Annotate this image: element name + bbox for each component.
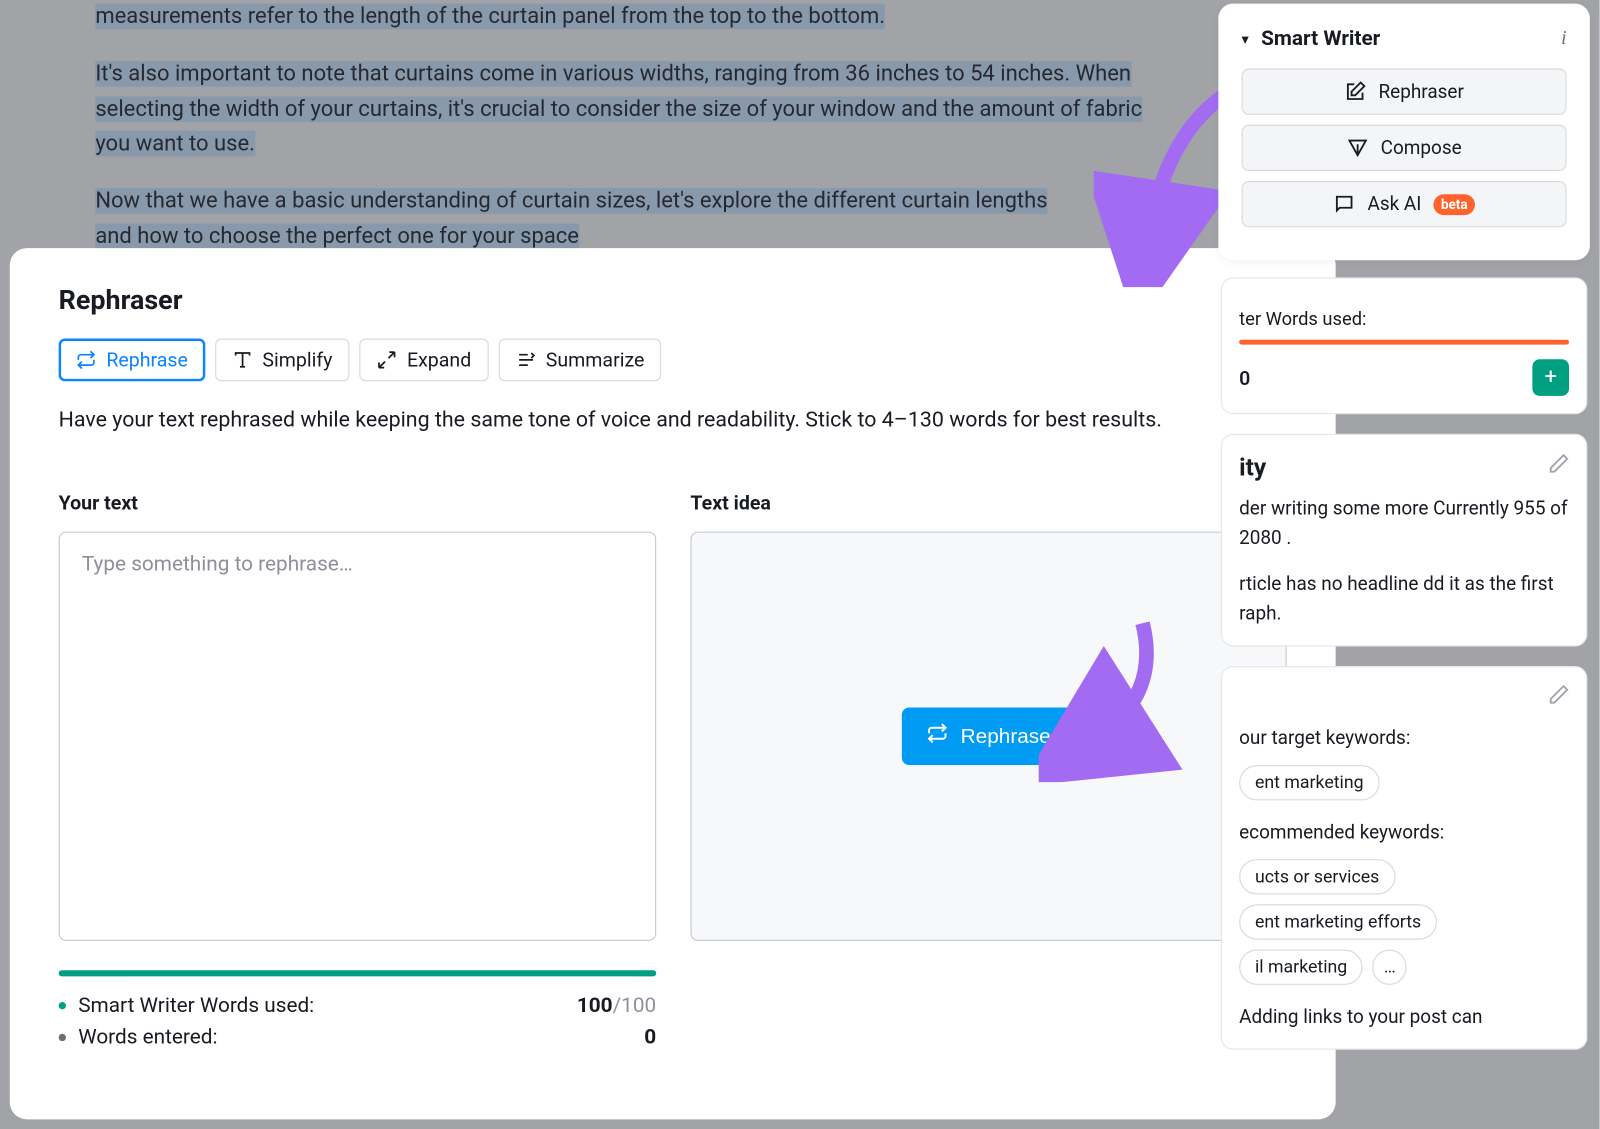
keyword-tag[interactable]: ucts or services (1239, 859, 1395, 894)
panel-keywords: our target keywords: ent marketing ecomm… (1221, 666, 1588, 1050)
tab-summarize[interactable]: Summarize (498, 338, 661, 381)
edit-icon[interactable] (1547, 453, 1569, 480)
meter-bar (59, 970, 657, 976)
more-tags[interactable]: … (1373, 950, 1407, 985)
meter-v1max: 100 (621, 993, 656, 1017)
summarize-icon (515, 349, 536, 370)
refresh-icon (76, 349, 97, 370)
rephrase-submit-button[interactable]: Rephrase (902, 708, 1075, 765)
panel-bullet-2: rticle has no headline dd it as the firs… (1239, 569, 1569, 628)
words-progress (1239, 340, 1569, 345)
simplify-icon (232, 349, 253, 370)
meter-v2: 0 (644, 1025, 656, 1049)
your-text-label: Your text (59, 491, 657, 514)
add-words-button[interactable]: + (1532, 359, 1569, 396)
info-icon[interactable]: i (1561, 28, 1566, 50)
tab-expand-label: Expand (407, 348, 471, 371)
text-idea-label: Text idea (690, 491, 1286, 514)
compose-label: Compose (1381, 137, 1462, 159)
tab-expand[interactable]: Expand (359, 338, 488, 381)
tab-simplify[interactable]: Simplify (215, 338, 350, 381)
rephraser-modal: Rephraser ✕ Rephrase Simplify Expand (10, 248, 1336, 1119)
ask-ai-button[interactable]: Ask AI beta (1242, 181, 1567, 227)
ask-ai-label: Ask AI (1367, 193, 1421, 215)
modal-description: Have your text rephrased while keeping t… (59, 408, 1287, 432)
mode-tabs: Rephrase Simplify Expand Summarize (59, 338, 1287, 381)
dot-icon (59, 1034, 66, 1041)
meter-v1: 100 (577, 993, 613, 1017)
your-text-input[interactable] (59, 532, 657, 941)
rephraser-label: Rephraser (1378, 81, 1463, 103)
rephraser-button[interactable]: Rephraser (1242, 68, 1567, 114)
panel-title: ity (1239, 452, 1547, 481)
recommended-keywords-label: ecommended keywords: (1239, 818, 1569, 847)
words-count: 0 (1239, 366, 1250, 389)
tab-rephrase-label: Rephrase (106, 348, 188, 371)
text-idea-output: Rephrase (690, 532, 1286, 941)
smart-writer-panel: ▾ Smart Writer i Rephraser Compose (1221, 6, 1588, 258)
words-used-label: ter Words used: (1239, 308, 1569, 330)
keyword-tag[interactable]: ent marketing (1239, 765, 1379, 800)
meter-label-2: Words entered: (78, 1025, 644, 1049)
refresh-icon (926, 722, 948, 750)
rephraser-icon (1344, 81, 1366, 103)
smart-writer-title: Smart Writer (1261, 27, 1549, 51)
panel-footer-text: Adding links to your post can (1239, 1002, 1569, 1031)
usage-meter: Smart Writer Words used: 100/100 Words e… (59, 970, 657, 1049)
keyword-tag[interactable]: il marketing (1239, 950, 1363, 985)
compose-button[interactable]: Compose (1242, 125, 1567, 171)
panel-bullet-1: der writing some more Currently 955 of 2… (1239, 494, 1569, 553)
beta-badge: beta (1434, 194, 1475, 215)
words-used-panel: ter Words used: 0 + (1221, 277, 1588, 414)
compose-icon (1346, 137, 1368, 159)
chevron-down-icon[interactable]: ▾ (1242, 31, 1249, 48)
modal-title: Rephraser (59, 285, 1260, 316)
keyword-tag[interactable]: ent marketing efforts (1239, 904, 1437, 939)
tab-rephrase[interactable]: Rephrase (59, 338, 205, 381)
dot-icon (59, 1002, 66, 1009)
tab-simplify-label: Simplify (262, 348, 332, 371)
chat-icon (1333, 193, 1355, 215)
expand-icon (376, 349, 397, 370)
meter-label-1: Smart Writer Words used: (78, 993, 577, 1017)
target-keywords-label: our target keywords: (1239, 724, 1569, 753)
panel-quality: ity der writing some more Currently 955 … (1221, 434, 1588, 647)
edit-icon[interactable] (1547, 684, 1569, 711)
rephrase-btn-label: Rephrase (961, 724, 1051, 748)
sidebar: ▾ Smart Writer i Rephraser Compose (1221, 6, 1588, 1069)
tab-summarize-label: Summarize (546, 348, 645, 371)
